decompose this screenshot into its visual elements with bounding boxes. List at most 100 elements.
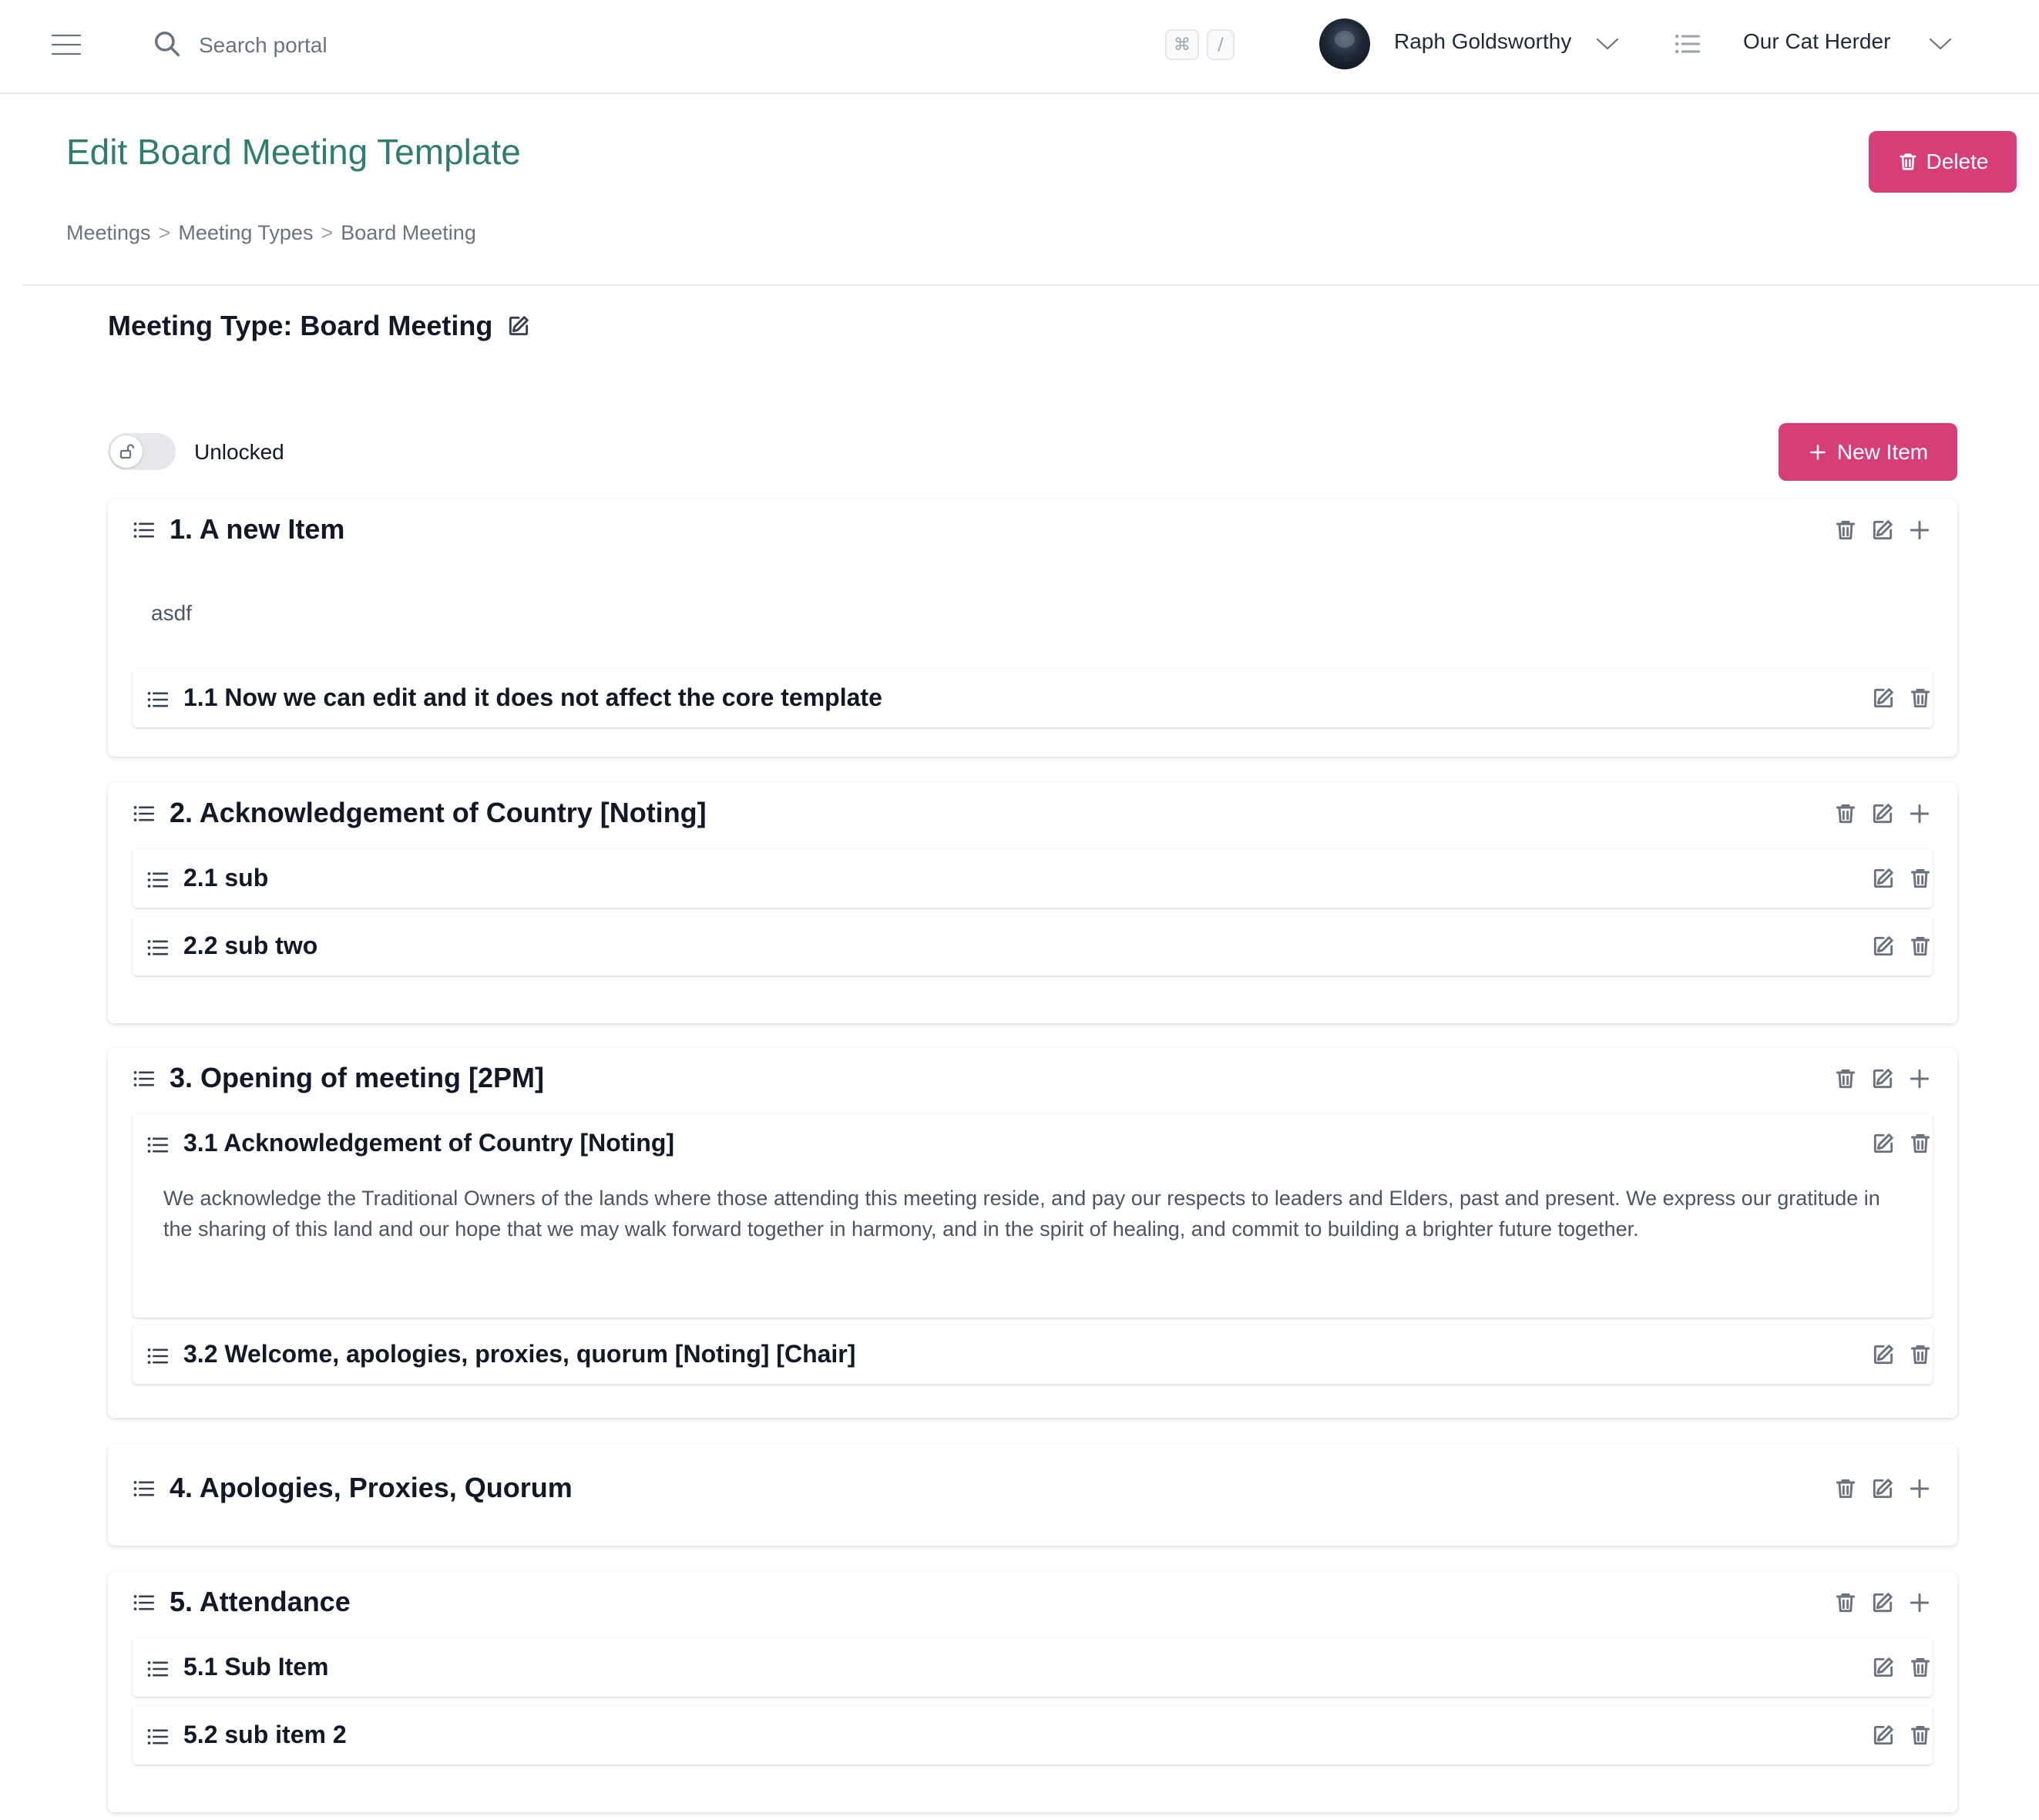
drag-handle-icon[interactable] bbox=[133, 521, 154, 539]
agenda-item-header: 4. Apologies, Proxies, Quorum bbox=[108, 1458, 1957, 1519]
edit-icon[interactable] bbox=[1871, 1131, 1896, 1156]
drag-handle-icon[interactable] bbox=[146, 1136, 168, 1154]
sub-item-title: 2.2 sub two bbox=[183, 932, 318, 959]
shortcut-cmd-key: ⌘ bbox=[1165, 29, 1199, 60]
sub-item: 5.1 Sub Item bbox=[133, 1638, 1933, 1697]
sub-item: 3.2 Welcome, apologies, proxies, quorum … bbox=[133, 1325, 1933, 1384]
agenda-item-title: 5. Attendance bbox=[170, 1586, 351, 1617]
sub-item-title: 3.1 Acknowledgement of Country [Noting] bbox=[183, 1129, 675, 1157]
top-bar: ⌘ / Raph Goldsworthy Our Cat Herder bbox=[0, 0, 2039, 94]
avatar[interactable] bbox=[1319, 18, 1370, 69]
agenda-item-card: 2. Acknowledgement of Country [Noting] 2… bbox=[108, 783, 1957, 1023]
sub-item-title: 2.1 sub bbox=[183, 864, 269, 892]
agenda-item-card: 4. Apologies, Proxies, Quorum bbox=[108, 1444, 1957, 1546]
plus-icon[interactable] bbox=[1907, 518, 1932, 542]
edit-icon[interactable] bbox=[506, 314, 531, 338]
drag-handle-icon[interactable] bbox=[146, 1660, 168, 1678]
trash-icon bbox=[1897, 150, 1919, 173]
sub-item-title: 3.2 Welcome, apologies, proxies, quorum … bbox=[183, 1340, 856, 1368]
new-item-label: New Item bbox=[1836, 439, 1929, 464]
hamburger-icon[interactable] bbox=[51, 31, 82, 59]
breadcrumb-board-meeting[interactable]: Board Meeting bbox=[341, 221, 476, 245]
shortcut-slash-key: / bbox=[1207, 29, 1234, 60]
agenda-item-title: 3. Opening of meeting [2PM] bbox=[170, 1062, 545, 1093]
trash-icon[interactable] bbox=[1908, 1131, 1933, 1156]
list-icon bbox=[1674, 32, 1700, 55]
sub-item-title: 1.1 Now we can edit and it does not affe… bbox=[183, 683, 882, 711]
drag-handle-icon[interactable] bbox=[146, 1728, 168, 1746]
agenda-item-title: 1. A new Item bbox=[170, 513, 345, 545]
breadcrumb-meeting-types[interactable]: Meeting Types bbox=[178, 221, 313, 245]
user-menu-name[interactable]: Raph Goldsworthy bbox=[1394, 29, 1571, 54]
edit-icon[interactable] bbox=[1871, 866, 1896, 891]
search-icon bbox=[153, 29, 182, 59]
sub-item: 5.2 sub item 2 bbox=[133, 1706, 1933, 1765]
trash-icon[interactable] bbox=[1908, 1723, 1933, 1748]
trash-icon[interactable] bbox=[1908, 1342, 1933, 1367]
edit-icon[interactable] bbox=[1871, 1342, 1896, 1367]
chevron-down-icon[interactable] bbox=[1928, 34, 1953, 54]
drag-handle-icon[interactable] bbox=[146, 690, 168, 709]
search-input[interactable] bbox=[197, 26, 1125, 65]
breadcrumb-meetings[interactable]: Meetings bbox=[66, 221, 151, 245]
agenda-item-header: 2. Acknowledgement of Country [Noting] bbox=[108, 783, 1957, 845]
drag-handle-icon[interactable] bbox=[133, 804, 154, 823]
agenda-item-card: 5. Attendance 5.1 Sub Item 5.2 sub item … bbox=[108, 1572, 1957, 1812]
agenda-item-title: 2. Acknowledgement of Country [Noting] bbox=[170, 797, 707, 828]
sub-item-title: 5.2 sub item 2 bbox=[183, 1721, 347, 1748]
drag-handle-icon[interactable] bbox=[133, 1593, 154, 1612]
edit-icon[interactable] bbox=[1870, 1066, 1895, 1091]
drag-handle-icon[interactable] bbox=[146, 1347, 168, 1365]
org-switcher-name[interactable]: Our Cat Herder bbox=[1743, 29, 1890, 54]
agenda-item-header: 5. Attendance bbox=[108, 1572, 1957, 1634]
sub-item: 1.1 Now we can edit and it does not affe… bbox=[133, 669, 1933, 727]
sub-item-description: We acknowledge the Traditional Owners of… bbox=[163, 1187, 1880, 1241]
agenda-item-header: 3. Opening of meeting [2PM] bbox=[108, 1048, 1957, 1110]
new-item-button[interactable]: New Item bbox=[1779, 423, 1957, 481]
trash-icon[interactable] bbox=[1833, 1066, 1858, 1091]
header-divider bbox=[23, 284, 2039, 286]
unlock-icon bbox=[110, 435, 143, 468]
sub-item: 2.1 sub bbox=[133, 849, 1933, 908]
edit-icon[interactable] bbox=[1871, 1655, 1896, 1680]
plus-icon[interactable] bbox=[1907, 1476, 1932, 1501]
plus-icon[interactable] bbox=[1907, 1590, 1932, 1615]
trash-icon[interactable] bbox=[1833, 518, 1858, 542]
edit-icon[interactable] bbox=[1871, 1723, 1896, 1748]
delete-button-label: Delete bbox=[1926, 149, 1989, 173]
edit-icon[interactable] bbox=[1871, 934, 1896, 959]
edit-icon[interactable] bbox=[1871, 686, 1896, 710]
edit-icon[interactable] bbox=[1870, 1590, 1895, 1615]
edit-icon[interactable] bbox=[1870, 801, 1895, 826]
plus-icon[interactable] bbox=[1907, 801, 1932, 826]
agenda-item-description: asdf bbox=[151, 601, 192, 625]
trash-icon[interactable] bbox=[1833, 1476, 1858, 1501]
meeting-type-header: Meeting Type: Board Meeting bbox=[108, 310, 531, 342]
trash-icon[interactable] bbox=[1908, 1655, 1933, 1680]
edit-icon[interactable] bbox=[1870, 518, 1895, 542]
drag-handle-icon[interactable] bbox=[146, 939, 168, 957]
plus-icon bbox=[1808, 442, 1828, 462]
drag-handle-icon[interactable] bbox=[146, 871, 168, 889]
lock-toggle[interactable] bbox=[108, 433, 176, 470]
edit-icon[interactable] bbox=[1870, 1476, 1895, 1501]
page-title: Edit Board Meeting Template bbox=[66, 132, 521, 172]
plus-icon[interactable] bbox=[1907, 1066, 1932, 1091]
meeting-type-title: Meeting Type: Board Meeting bbox=[108, 310, 493, 341]
agenda-item-card: 3. Opening of meeting [2PM] 3.1 Acknowle… bbox=[108, 1048, 1957, 1418]
trash-icon[interactable] bbox=[1833, 1590, 1858, 1615]
sub-item-title: 5.1 Sub Item bbox=[183, 1653, 329, 1681]
trash-icon[interactable] bbox=[1908, 866, 1933, 891]
agenda-item-card: 1. A new Item asdf 1.1 Now we can edit a… bbox=[108, 499, 1957, 757]
sub-item: 2.2 sub two bbox=[133, 917, 1933, 975]
trash-icon[interactable] bbox=[1908, 686, 1933, 710]
drag-handle-icon[interactable] bbox=[133, 1070, 154, 1088]
agenda-item-title: 4. Apologies, Proxies, Quorum bbox=[170, 1472, 573, 1503]
trash-icon[interactable] bbox=[1908, 934, 1933, 959]
chevron-down-icon[interactable] bbox=[1595, 34, 1620, 54]
trash-icon[interactable] bbox=[1833, 801, 1858, 826]
delete-button[interactable]: Delete bbox=[1869, 131, 2017, 193]
breadcrumb-separator: > bbox=[158, 221, 171, 244]
breadcrumb: Meetings > Meeting Types > Board Meeting bbox=[66, 221, 476, 245]
drag-handle-icon[interactable] bbox=[133, 1479, 154, 1498]
